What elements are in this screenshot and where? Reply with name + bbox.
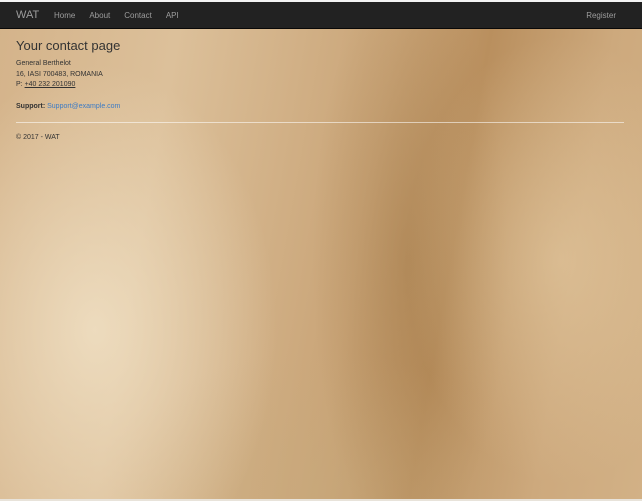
top-navbar: WAT Home About Contact API Register (0, 2, 642, 29)
nav-link-contact[interactable]: Contact (124, 11, 152, 20)
phone-prefix: P: (16, 81, 23, 88)
main-content: Your contact page General Berthelot 16, … (16, 38, 624, 110)
support-row: Support: Support@example.com (16, 103, 624, 110)
support-label: Support: (16, 102, 46, 110)
address-city: 16, IASI 700483, ROMANIA (16, 70, 103, 78)
address-phone-row: P: +40 232 201090 (16, 80, 624, 91)
contact-address: General Berthelot 16, IASI 700483, ROMAN… (16, 59, 624, 91)
phone-number[interactable]: +40 232 201090 (25, 81, 76, 88)
nav-links: Home About Contact API (54, 11, 193, 20)
register-link[interactable]: Register (586, 11, 616, 20)
footer-copyright: © 2017 - WAT (16, 134, 60, 141)
nav-link-api[interactable]: API (166, 11, 179, 20)
brand-link[interactable]: WAT (16, 9, 39, 21)
nav-link-home[interactable]: Home (54, 11, 75, 20)
support-email-link[interactable]: Support@example.com (47, 103, 120, 110)
address-street: General Berthelot (16, 60, 71, 67)
page-title: Your contact page (16, 38, 121, 53)
nav-link-about[interactable]: About (89, 11, 110, 20)
footer-divider (16, 122, 624, 123)
